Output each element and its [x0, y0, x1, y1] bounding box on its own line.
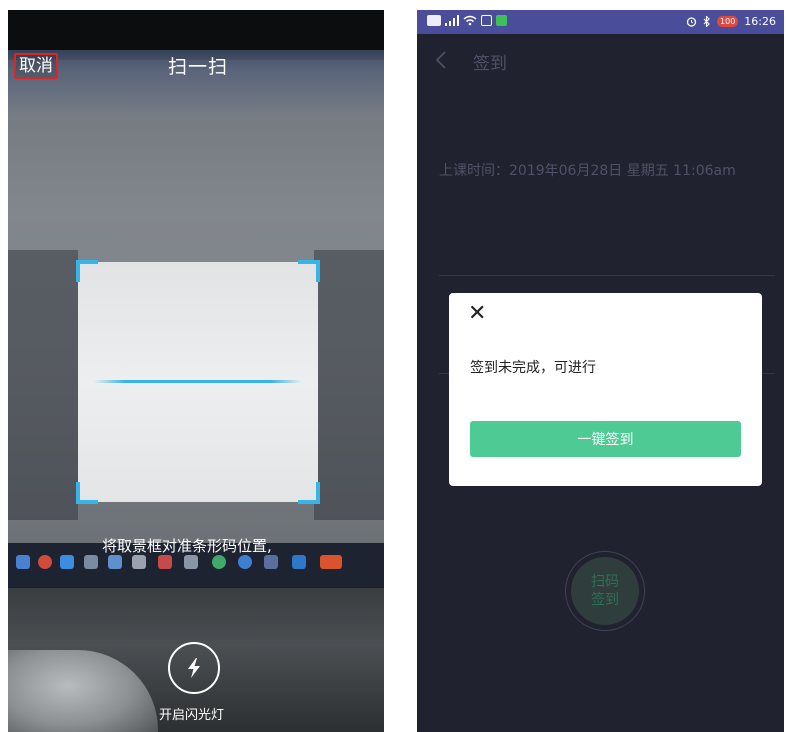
taskbar-app-icon: [84, 555, 98, 569]
divider: [439, 275, 775, 276]
status-time: 16:26: [744, 15, 776, 28]
status-icons-right: 100 16:26: [686, 15, 776, 28]
message-icon: [496, 15, 507, 26]
scanner-screen: 取消 扫一扫 将取景框对准条形码位置, 开启闪光灯: [8, 10, 384, 732]
dialog-message: 签到未完成，可进行: [470, 360, 596, 376]
scan-checkin-label-line2: 签到: [591, 592, 619, 608]
close-icon[interactable]: ✕: [468, 303, 486, 325]
camera-preview-shade-left: [8, 250, 78, 520]
app-header: 签到: [417, 34, 784, 84]
cancel-button[interactable]: 取消: [14, 53, 58, 79]
taskbar-app-icon: [184, 555, 198, 569]
scan-checkin-button[interactable]: 扫码 签到: [565, 551, 645, 631]
hd-icon: [427, 15, 441, 26]
checkin-dialog: ✕ 签到未完成，可进行 一键签到: [449, 293, 762, 486]
taskbar-app-icon: [108, 555, 122, 569]
taskbar-app-icon: [60, 555, 74, 569]
scan-frame: [76, 260, 320, 504]
page-title: 扫一扫: [168, 56, 229, 78]
scan-frame-corner: [298, 482, 320, 504]
scan-frame-corner: [298, 260, 320, 282]
scan-frame-corner: [76, 260, 98, 282]
class-time: 上课时间：2019年06月28日 星期五 11:06am: [439, 163, 736, 179]
chevron-left-icon[interactable]: [435, 51, 447, 69]
scan-frame-corner: [76, 482, 98, 504]
taskbar-app-icon: [238, 555, 252, 569]
status-icons-left: [427, 15, 507, 26]
one-click-checkin-button[interactable]: 一键签到: [470, 421, 741, 457]
taskbar-app-icon: [158, 555, 172, 569]
scan-checkin-label-line1: 扫码: [591, 574, 619, 590]
alarm-icon: [686, 17, 697, 27]
taskbar-app-icon: [38, 555, 52, 569]
taskbar-app-icon: [16, 555, 30, 569]
taskbar-app-icon: [292, 555, 306, 569]
taskbar-app-icon: [132, 555, 146, 569]
taskbar-app-icon: [320, 555, 342, 569]
scan-hint: 将取景框对准条形码位置,: [102, 537, 272, 555]
taskbar-app-icon: [212, 555, 226, 569]
lightning-icon: [188, 658, 200, 678]
battery-indicator: 100: [717, 16, 739, 27]
scan-line: [94, 380, 302, 383]
flashlight-button[interactable]: [168, 642, 220, 694]
page-title: 签到: [473, 54, 507, 74]
checkin-screen: 100 16:26 签到 上课时间：2019年06月28日 星期五 11:06a…: [417, 10, 784, 732]
bluetooth-icon: [703, 16, 710, 27]
status-bar: 100 16:26: [417, 10, 784, 34]
flashlight-label: 开启闪光灯: [159, 708, 225, 723]
camera-preview-shade-right: [314, 250, 384, 520]
scan-checkin-button-inner: 扫码 签到: [571, 557, 639, 625]
signal-icon: [445, 15, 459, 26]
taskbar-app-icon: [264, 555, 278, 569]
nfc-icon: [481, 15, 492, 26]
wifi-icon: [463, 15, 477, 26]
